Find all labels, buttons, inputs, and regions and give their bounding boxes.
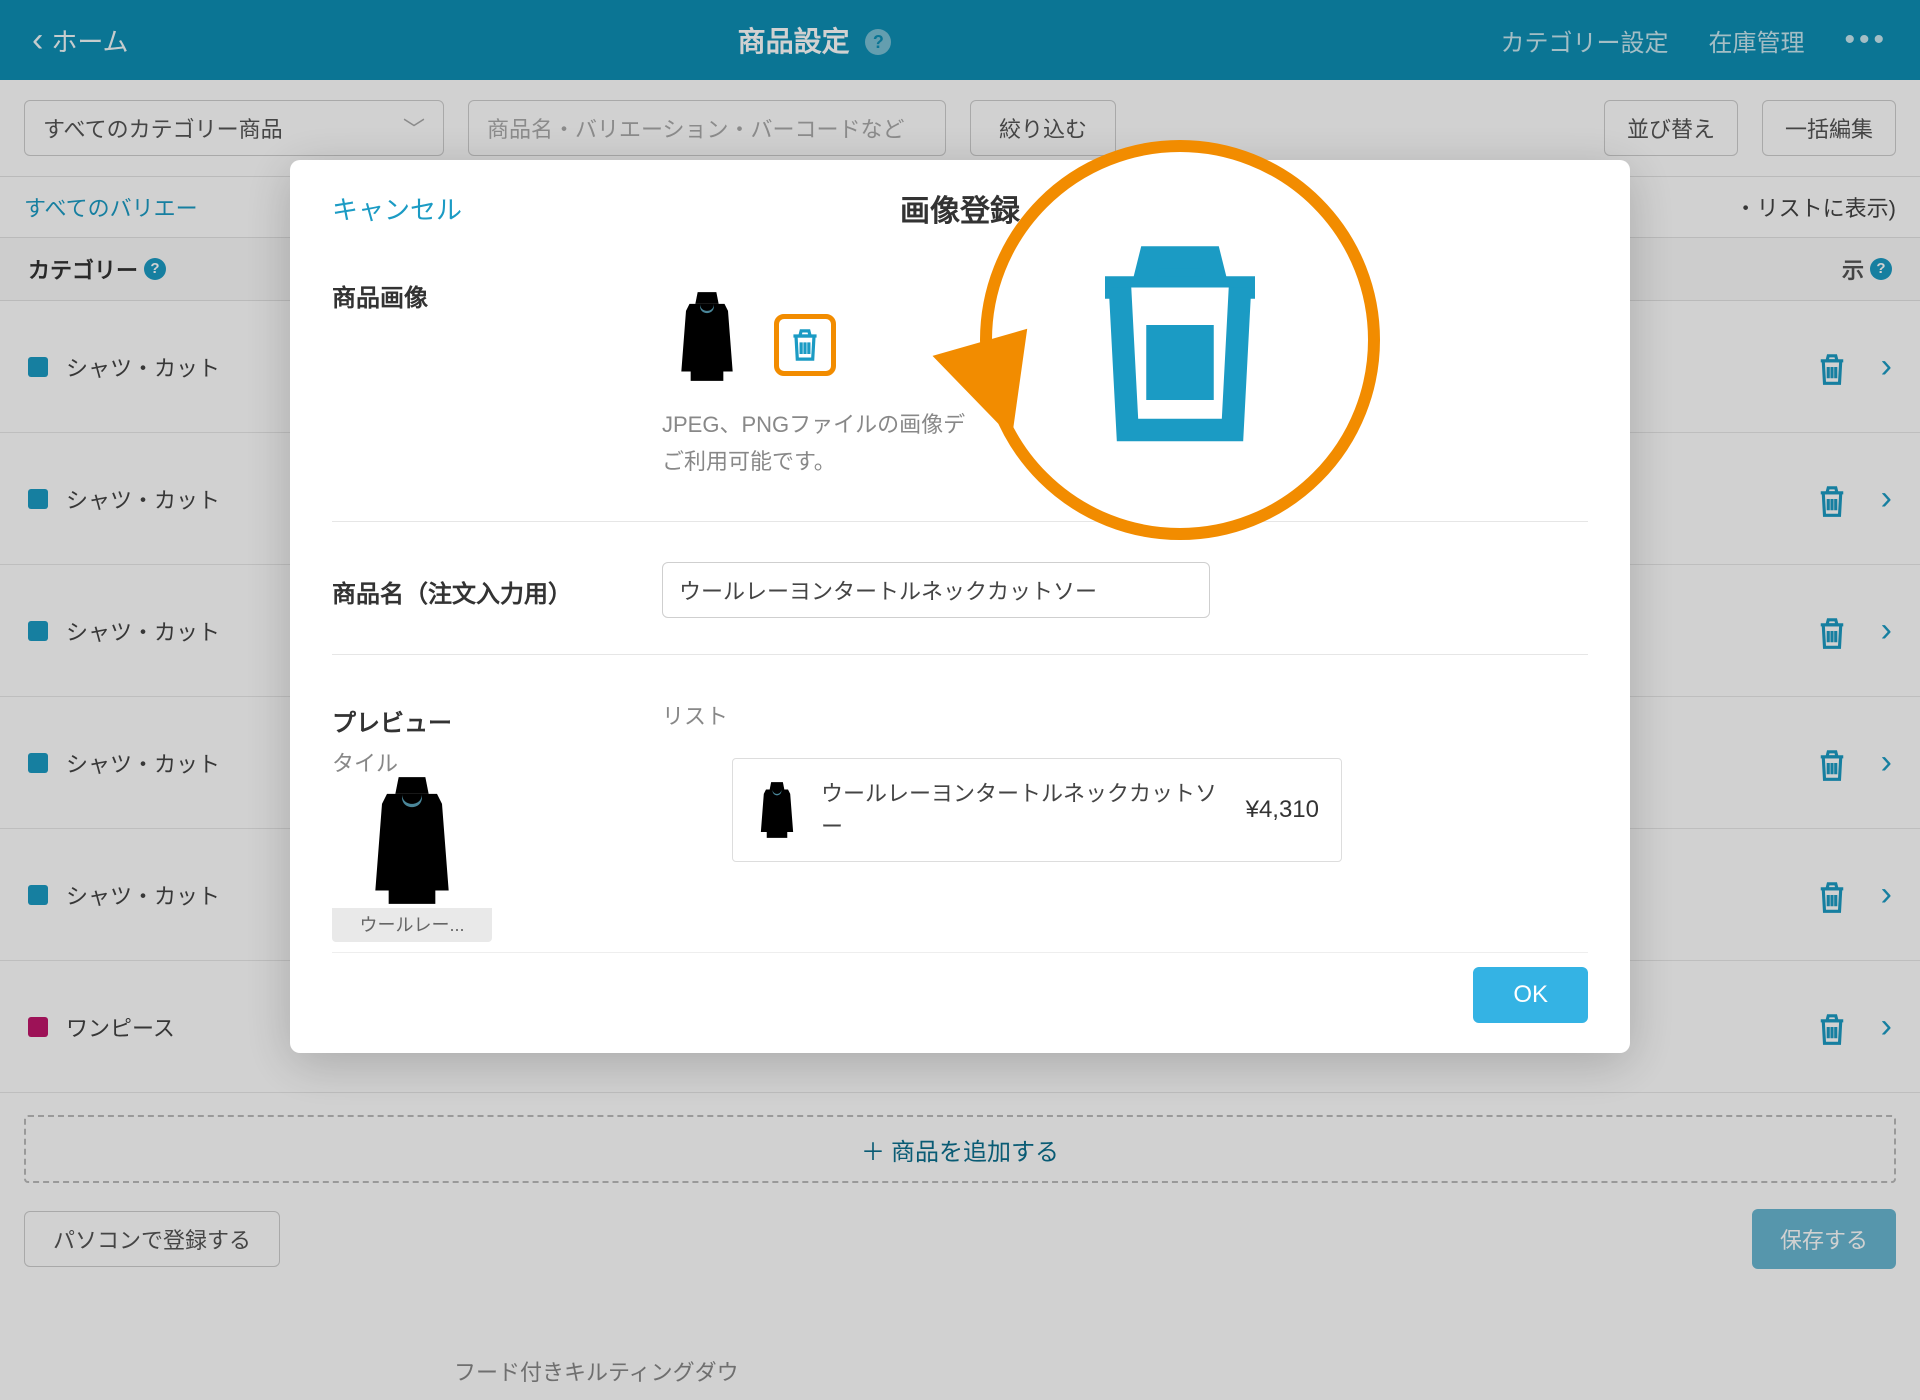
product-name-input[interactable]	[662, 562, 1210, 618]
cancel-button[interactable]: キャンセル	[332, 190, 462, 227]
list-thumb	[755, 780, 799, 840]
list-item-price: ¥4,310	[1246, 796, 1319, 824]
list-item-name: ウールレーヨンタートルネックカットソー	[821, 777, 1224, 843]
modal-title: 画像登録	[332, 186, 1588, 230]
section-product-name-label: 商品名（注文入力用）	[332, 570, 662, 609]
preview-list: ウールレーヨンタートルネックカットソー ¥4,310	[732, 758, 1342, 942]
callout-trash-zoom	[980, 140, 1380, 540]
preview-list-label: リスト	[662, 699, 1588, 731]
delete-image-button[interactable]	[774, 314, 836, 376]
modal-overlay: キャンセル 画像登録 商品画像 JPEG、PNGファイルの画像デ ご利用可能です…	[0, 0, 1920, 1400]
trash-icon	[787, 327, 823, 363]
section-preview-label: プレビュー	[332, 703, 662, 738]
product-image-thumb[interactable]	[662, 274, 752, 384]
tile-caption: ウールレー...	[332, 908, 492, 942]
trash-icon	[1085, 235, 1275, 445]
ok-button[interactable]: OK	[1473, 967, 1588, 1023]
section-product-image-label: 商品画像	[332, 274, 662, 481]
preview-tile: ウールレー...	[332, 758, 492, 942]
image-register-modal: キャンセル 画像登録 商品画像 JPEG、PNGファイルの画像デ ご利用可能です…	[290, 160, 1630, 1053]
